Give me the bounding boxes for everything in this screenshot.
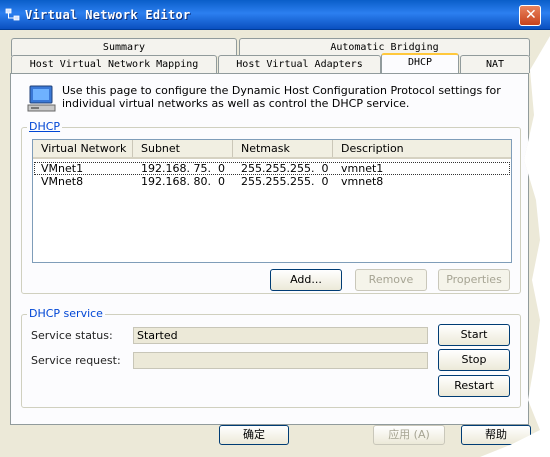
dhcp-tab-panel: Use this page to configure the Dynamic H… (10, 73, 529, 425)
stop-button[interactable]: Stop (438, 349, 510, 371)
remove-button[interactable]: Remove (355, 269, 427, 291)
virtual-network-editor-window: Virtual Network Editor ✕ Summary Automat… (0, 0, 550, 457)
ok-button[interactable]: 确定 (219, 425, 289, 445)
tab-host-virtual-adapters[interactable]: Host Virtual Adapters (218, 55, 381, 73)
cell-netmask: 255.255.255. 0 (241, 162, 329, 175)
network-editor-icon (5, 8, 20, 21)
computer-icon (27, 85, 56, 112)
cell-network: VMnet8 (41, 175, 84, 188)
page-description: Use this page to configure the Dynamic H… (62, 84, 501, 110)
add-button[interactable]: Add... (270, 269, 342, 291)
cell-subnet: 192.168. 80. 0 (141, 175, 225, 188)
service-status-label: Service status: (31, 329, 113, 342)
table-row-vmnet1[interactable]: VMnet1 192.168. 75. 0 255.255.255. 0 vmn… (34, 162, 510, 175)
cell-description: vmnet8 (341, 175, 384, 188)
cell-netmask: 255.255.255. 0 (241, 175, 329, 188)
column-subnet[interactable]: Subnet (133, 140, 233, 157)
dhcp-group-label: DHCP (27, 120, 63, 133)
dhcp-service-group-label: DHCP service (27, 307, 105, 320)
column-virtual-network[interactable]: Virtual Network (33, 140, 133, 157)
column-netmask[interactable]: Netmask (233, 140, 333, 157)
table-row-vmnet8[interactable]: VMnet8 192.168. 80. 0 255.255.255. 0 vmn… (34, 176, 510, 189)
close-button[interactable]: ✕ (519, 5, 541, 26)
cell-subnet: 192.168. 75. 0 (141, 162, 225, 175)
dhcp-network-list[interactable]: Virtual Network Subnet Netmask Descripti… (32, 139, 512, 263)
help-button[interactable]: 帮助 (461, 425, 531, 445)
service-request-label: Service request: (31, 354, 121, 367)
tab-nat[interactable]: NAT (460, 55, 530, 73)
service-status-field: Started (133, 327, 428, 344)
start-button[interactable]: Start (438, 324, 510, 346)
column-description[interactable]: Description (333, 140, 511, 157)
tab-dhcp[interactable]: DHCP (381, 53, 459, 73)
tab-summary[interactable]: Summary (11, 38, 237, 56)
restart-button[interactable]: Restart (438, 375, 510, 397)
apply-button[interactable]: 应用 (A) (373, 425, 445, 445)
title-bar[interactable]: Virtual Network Editor ✕ (0, 0, 550, 30)
tab-host-virtual-network-mapping[interactable]: Host Virtual Network Mapping (11, 55, 217, 73)
service-request-field (133, 352, 428, 369)
list-header: Virtual Network Subnet Netmask Descripti… (33, 140, 511, 159)
close-icon: ✕ (525, 7, 537, 23)
cell-description: vmnet1 (341, 162, 384, 175)
window-title: Virtual Network Editor (25, 8, 191, 22)
properties-button[interactable]: Properties (438, 269, 510, 291)
cell-network: VMnet1 (41, 162, 84, 175)
